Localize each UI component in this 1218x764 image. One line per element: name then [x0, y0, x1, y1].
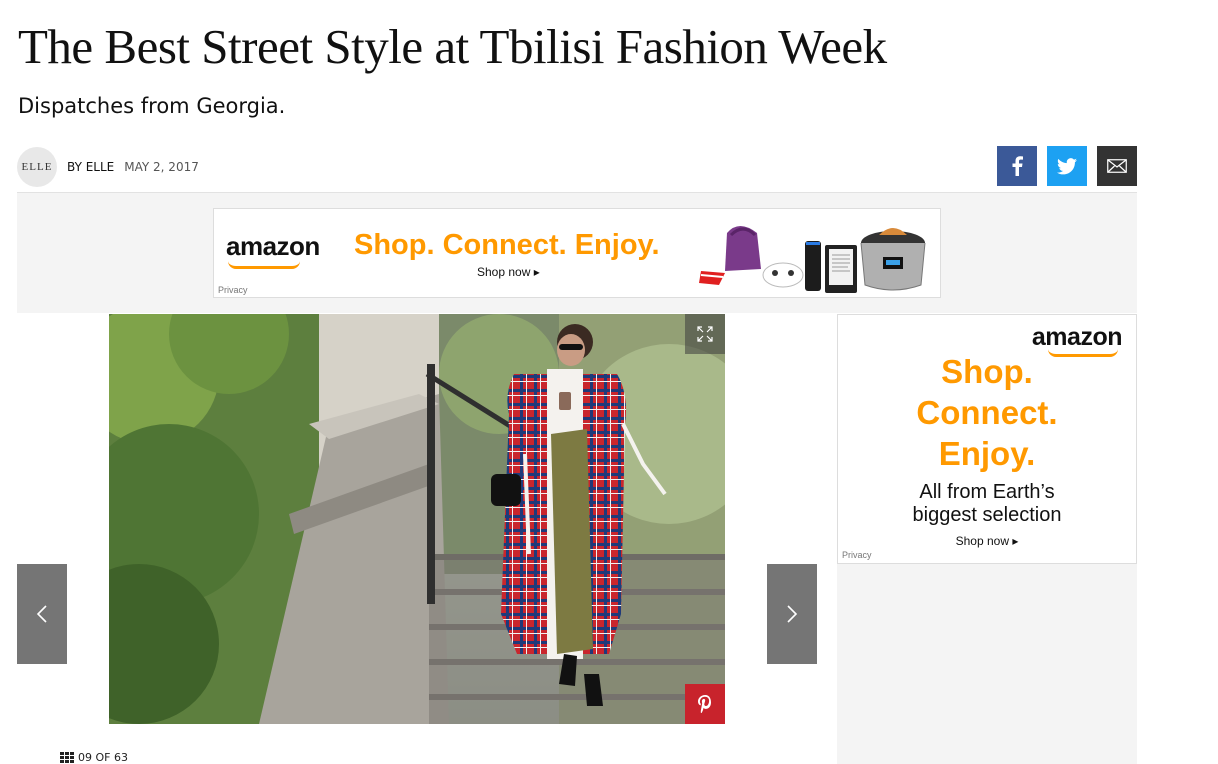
fullscreen-button[interactable] [685, 314, 725, 354]
article-title: The Best Street Style at Tbilisi Fashion… [18, 19, 887, 74]
side-ad-cta[interactable]: Shop now ▸ [838, 534, 1136, 548]
email-icon [1107, 159, 1127, 173]
publish-date: MAY 2, 2017 [124, 160, 199, 174]
grid-icon [60, 751, 74, 764]
email-share-button[interactable] [1097, 146, 1137, 186]
pinterest-button[interactable] [685, 684, 725, 724]
article-dek: Dispatches from Georgia. [18, 94, 286, 118]
twitter-icon [1057, 157, 1077, 174]
side-ad-headline-line: Enjoy. [938, 435, 1036, 472]
banner-ad-cta[interactable]: Shop now ▸ [477, 265, 540, 279]
facebook-icon [1012, 156, 1023, 176]
side-ad-headline: Shop. Connect. Enjoy. [838, 351, 1136, 474]
side-ad-tagline-line: biggest selection [912, 504, 1062, 526]
gallery-next-button[interactable] [767, 564, 817, 664]
pinterest-icon [698, 695, 711, 713]
expand-icon [697, 326, 713, 342]
author-avatar[interactable]: ELLE [17, 147, 57, 187]
banner-ad-privacy[interactable]: Privacy [218, 285, 248, 295]
chevron-left-icon [36, 605, 47, 623]
twitter-share-button[interactable] [1047, 146, 1087, 186]
banner-ad-products-image [699, 226, 926, 293]
gallery-prev-button[interactable] [17, 564, 67, 664]
gallery-counter[interactable]: 09 OF 63 [60, 751, 128, 764]
banner-ad[interactable]: amazon Shop. Connect. Enjoy. Shop now ▸ … [213, 208, 941, 298]
chevron-right-icon [787, 605, 798, 623]
gallery-photo [109, 314, 725, 724]
gallery-image[interactable] [109, 314, 725, 724]
banner-ad-headline: Shop. Connect. Enjoy. [354, 229, 660, 261]
side-ad-logo: amazon [1031, 323, 1123, 351]
side-ad[interactable]: amazon Shop. Connect. Enjoy. All from Ea… [837, 314, 1137, 564]
side-ad-tagline: All from Earth’s biggest selection [838, 481, 1136, 527]
side-ad-headline-line: Shop. [941, 353, 1033, 390]
facebook-share-button[interactable] [997, 146, 1037, 186]
banner-ad-logo-smile [228, 261, 300, 269]
side-ad-privacy[interactable]: Privacy [842, 550, 872, 560]
gallery-counter-label: 09 OF 63 [78, 751, 128, 764]
byline: ELLE BY ELLE MAY 2, 2017 [17, 146, 199, 188]
side-ad-tagline-line: All from Earth’s [919, 481, 1055, 503]
side-ad-headline-line: Connect. [916, 394, 1058, 431]
byline-author[interactable]: BY ELLE [67, 160, 114, 174]
banner-ad-logo: amazon [226, 231, 320, 261]
